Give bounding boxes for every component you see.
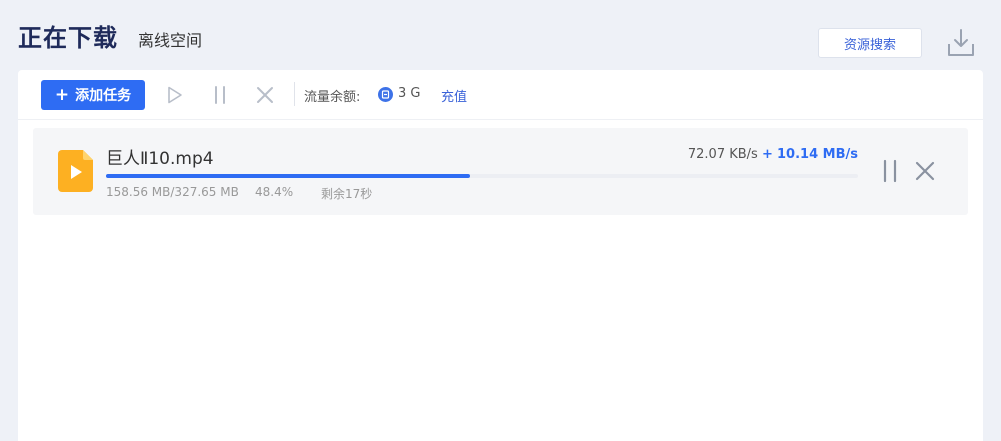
- tab-offline-space[interactable]: 离线空间: [138, 27, 202, 51]
- download-speed: 72.07 KB/s + 10.14 MB/s: [633, 147, 858, 162]
- close-icon[interactable]: [254, 84, 276, 106]
- add-task-label: 添加任务: [75, 88, 132, 104]
- toolbar: + 添加任务 流量余额: 3 G 充值: [18, 70, 983, 120]
- progress-bar: [106, 174, 858, 178]
- percent-complete: 48.4%: [255, 185, 294, 199]
- play-icon[interactable]: [163, 84, 185, 106]
- download-panel: + 添加任务 流量余额: 3 G 充值 巨人Ⅱ10.mp4 72.07 KB/s…: [18, 70, 983, 441]
- size-progress: 158.56 MB/327.65 MB: [106, 185, 239, 199]
- pause-icon[interactable]: [209, 84, 231, 106]
- toolbar-divider: [294, 82, 295, 106]
- resource-search-button[interactable]: 资源搜索: [818, 28, 922, 58]
- speed-plus: +: [761, 147, 773, 162]
- coin-icon: [378, 87, 393, 102]
- video-file-icon: [58, 150, 93, 192]
- plus-icon: +: [54, 84, 70, 105]
- quota-label: 流量余额:: [304, 90, 361, 105]
- pause-icon[interactable]: [878, 159, 902, 183]
- base-speed: 72.07 KB/s: [687, 147, 758, 162]
- time-remaining: 剩余17秒: [321, 187, 373, 201]
- close-icon[interactable]: [913, 159, 937, 183]
- add-task-button[interactable]: + 添加任务: [41, 80, 145, 110]
- header: 正在下载 离线空间 资源搜索: [0, 0, 1001, 70]
- file-name: 巨人Ⅱ10.mp4: [106, 149, 214, 169]
- accelerated-speed: 10.14 MB/s: [777, 147, 858, 162]
- download-icon[interactable]: [944, 26, 978, 60]
- recharge-link[interactable]: 充值: [441, 86, 467, 105]
- quota-value: 3 G: [398, 86, 421, 101]
- page-title: 正在下载: [18, 24, 118, 52]
- progress-fill: [106, 174, 470, 178]
- task-row[interactable]: 巨人Ⅱ10.mp4 72.07 KB/s + 10.14 MB/s 158.56…: [33, 128, 968, 215]
